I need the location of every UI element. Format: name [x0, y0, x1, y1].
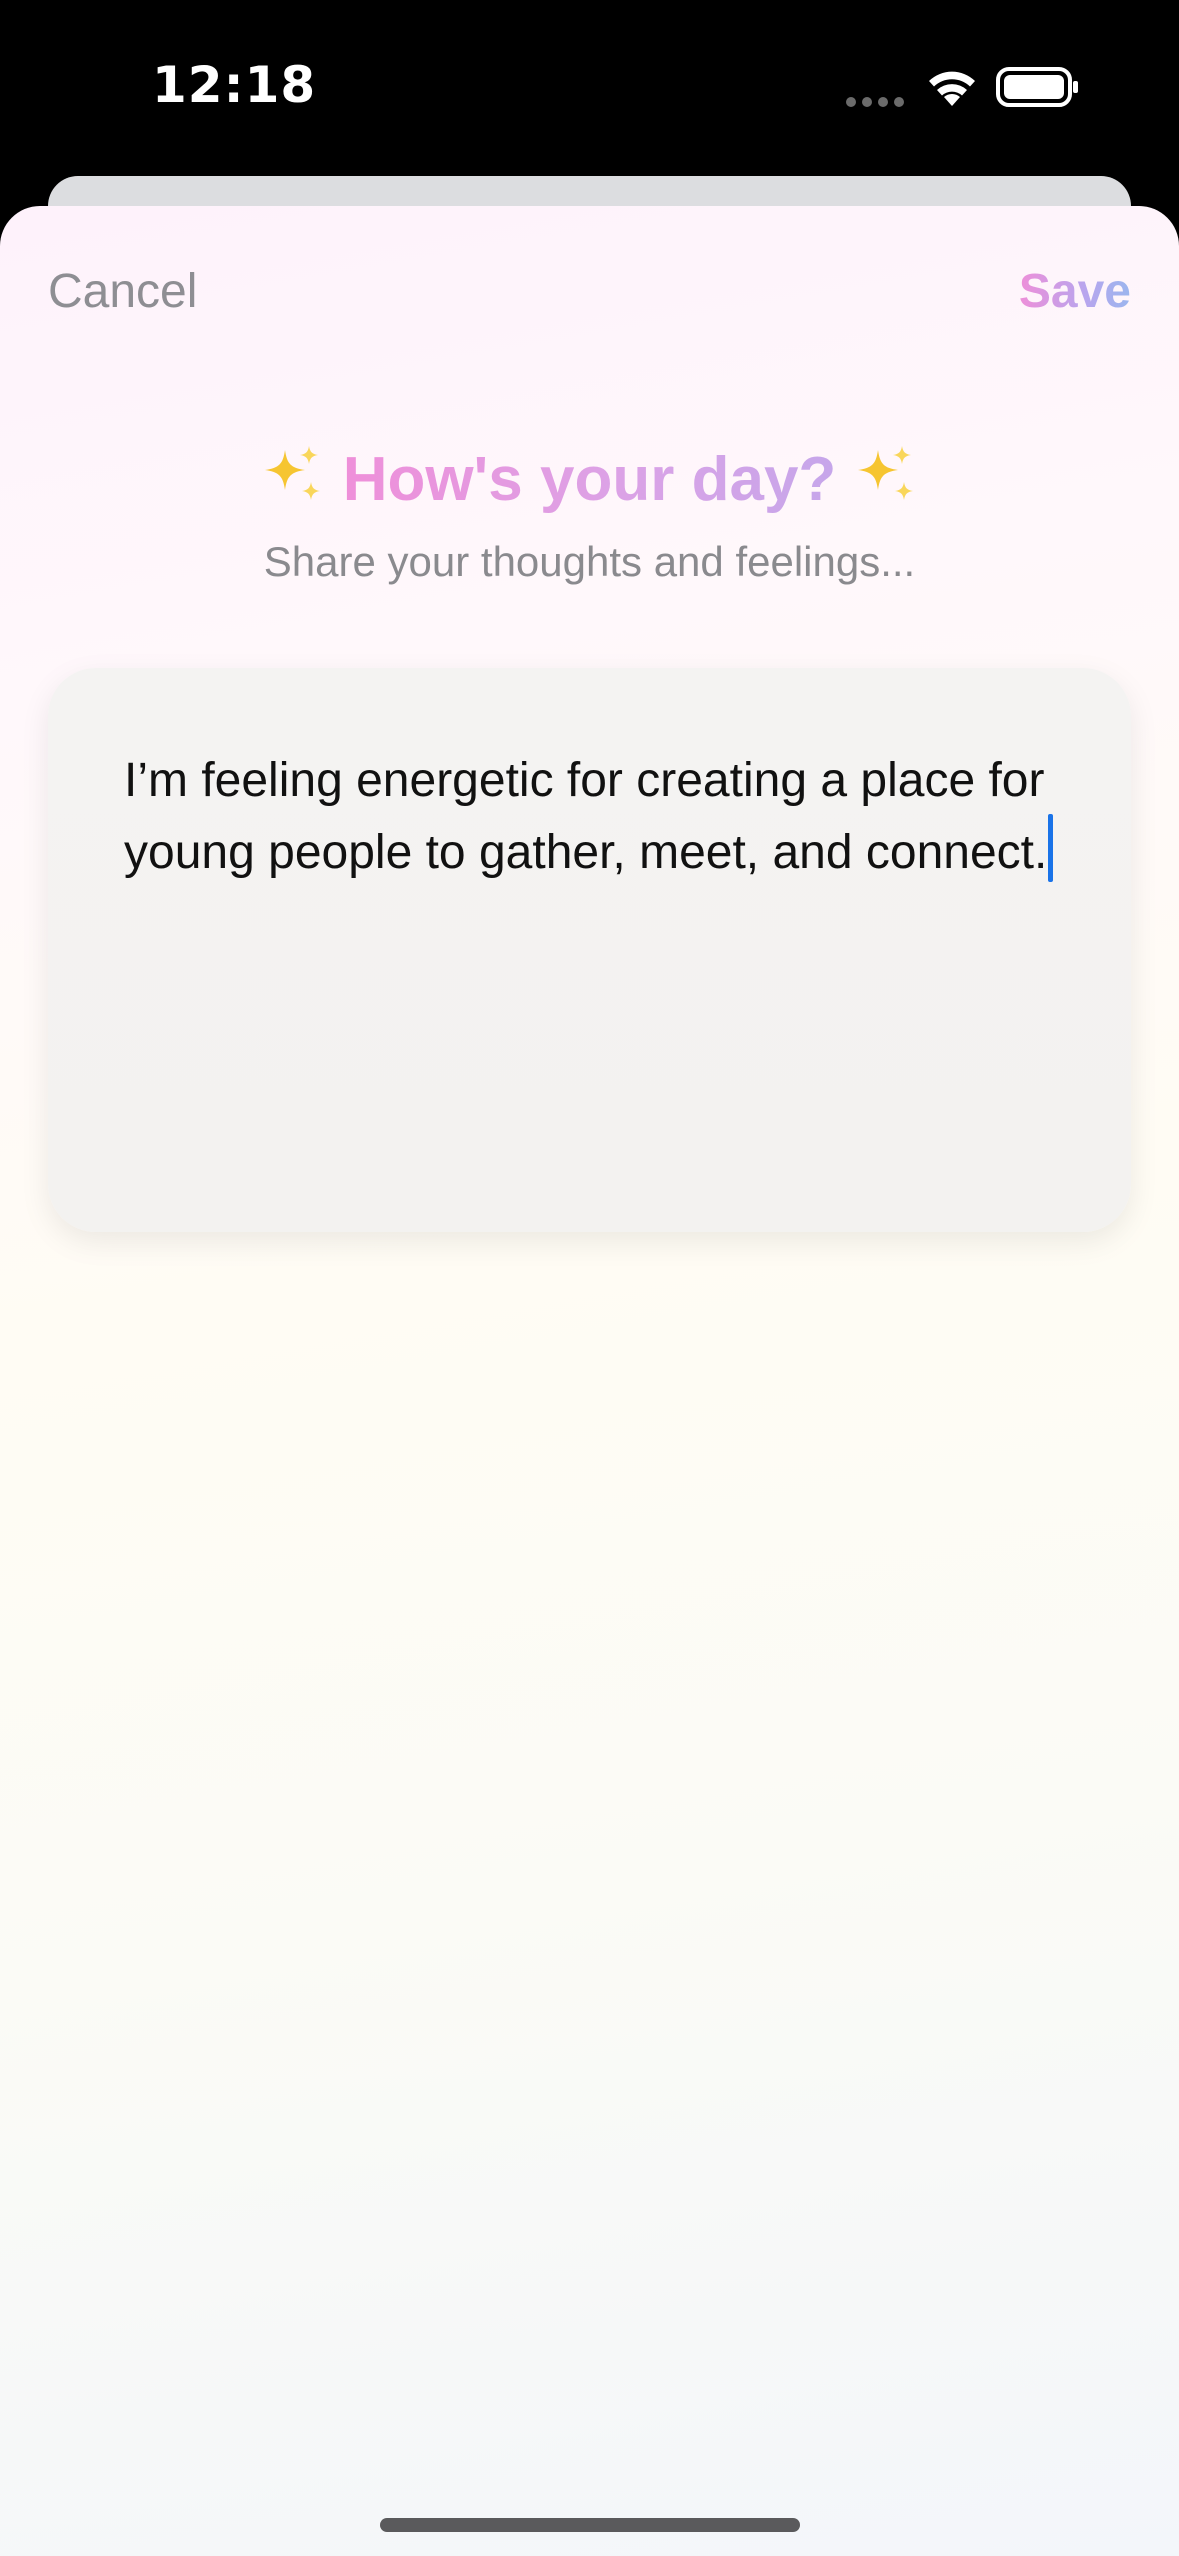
status-bar: 12:18: [0, 0, 1179, 170]
sparkles-icon: [264, 445, 320, 500]
screen: 12:18 Cancel Save How's your day? Share …: [0, 0, 1179, 2556]
title-row: How's your day?: [0, 436, 1179, 520]
page-title: How's your day?: [343, 440, 837, 520]
save-button[interactable]: Save: [1019, 264, 1131, 319]
text-cursor: [1048, 814, 1054, 882]
sparkles-icon: [858, 445, 914, 500]
battery-icon: [996, 67, 1078, 107]
page-subtitle: Share your thoughts and feelings...: [263, 538, 916, 585]
journal-text-value: I’m feeling energetic for creating a pla…: [124, 754, 1048, 879]
wifi-icon: [929, 71, 975, 106]
status-time: 12:18: [152, 56, 317, 114]
home-indicator[interactable]: [380, 2518, 800, 2532]
journal-entry-sheet: Cancel Save How's your day? Share your t…: [0, 206, 1179, 2556]
signal-dots-icon: [846, 97, 904, 107]
journal-text-area[interactable]: I’m feeling energetic for creating a pla…: [48, 668, 1131, 1232]
journal-text-content[interactable]: I’m feeling energetic for creating a pla…: [124, 748, 1084, 886]
cancel-button[interactable]: Cancel: [48, 264, 197, 319]
